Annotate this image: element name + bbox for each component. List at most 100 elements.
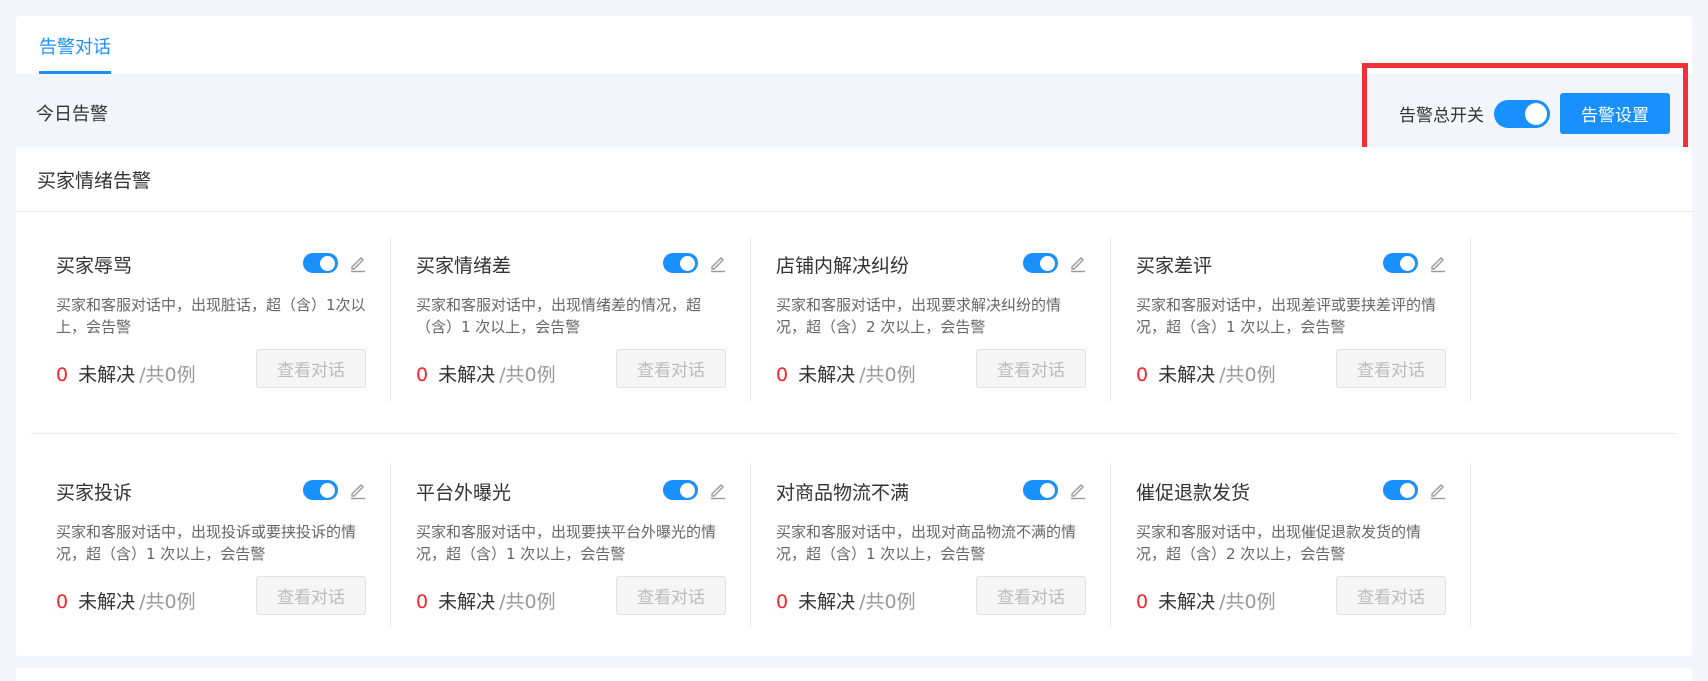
- edit-icon[interactable]: [708, 480, 728, 500]
- alert-card: 买家差评 买家和客服对话中，出现差评或要挟差评的情况，超（含）1 次以上，会告警…: [1111, 236, 1471, 402]
- edit-icon[interactable]: [1068, 253, 1088, 273]
- unresolved-label: 未解决: [1158, 591, 1216, 613]
- total-count: /共0例: [139, 591, 196, 613]
- unresolved-label: 未解决: [798, 591, 856, 613]
- card-actions: [1383, 480, 1448, 500]
- total-count: /共0例: [499, 364, 556, 386]
- total-count: /共0例: [859, 591, 916, 613]
- next-panel-edge: [16, 668, 1692, 681]
- card-toggle[interactable]: [303, 480, 338, 500]
- unresolved-label: 未解决: [438, 591, 496, 613]
- toggle-knob: [320, 255, 335, 271]
- buyer-emotion-panel: 买家情绪告警 买家辱骂 买家和客服对话中，出现脏话，超（含）1次以上，会告警 0…: [16, 147, 1692, 656]
- card-toggle[interactable]: [1023, 253, 1058, 273]
- unresolved-count: 0: [56, 364, 69, 386]
- card-stats: 0 未解决 /共0例: [416, 587, 556, 614]
- unresolved-count: 0: [1136, 591, 1149, 613]
- total-count: /共0例: [499, 591, 556, 613]
- unresolved-count: 0: [416, 364, 429, 386]
- view-conversation-button[interactable]: 查看对话: [1336, 576, 1446, 615]
- toggle-knob: [680, 482, 695, 498]
- toggle-knob: [1400, 255, 1415, 271]
- card-title: 买家辱骂: [56, 255, 133, 277]
- card-description: 买家和客服对话中，出现要求解决纠纷的情况，超（含）2 次以上，会告警: [776, 296, 1062, 336]
- card-toggle[interactable]: [663, 480, 698, 500]
- card-stats: 0 未解决 /共0例: [56, 360, 196, 387]
- edit-icon[interactable]: [348, 253, 368, 273]
- unresolved-count: 0: [1136, 364, 1149, 386]
- card-actions: [303, 253, 368, 273]
- card-actions: [1023, 480, 1088, 500]
- toggle-knob: [1040, 482, 1055, 498]
- view-conversation-button[interactable]: 查看对话: [616, 349, 726, 388]
- card-description: 买家和客服对话中，出现脏话，超（含）1次以上，会告警: [56, 296, 366, 336]
- unresolved-count: 0: [56, 591, 69, 613]
- card-title: 对商品物流不满: [776, 482, 910, 504]
- unresolved-label: 未解决: [78, 591, 136, 613]
- toggle-knob: [320, 482, 335, 498]
- view-conversation-button[interactable]: 查看对话: [256, 349, 366, 388]
- card-stats: 0 未解决 /共0例: [776, 360, 916, 387]
- total-count: /共0例: [139, 364, 196, 386]
- unresolved-count: 0: [416, 591, 429, 613]
- card-toggle[interactable]: [1023, 480, 1058, 500]
- edit-icon[interactable]: [708, 253, 728, 273]
- card-description: 买家和客服对话中，出现对商品物流不满的情况，超（含）1 次以上，会告警: [776, 523, 1077, 563]
- edit-icon[interactable]: [348, 480, 368, 500]
- total-count: /共0例: [1219, 591, 1276, 613]
- view-conversation-button[interactable]: 查看对话: [256, 576, 366, 615]
- unresolved-label: 未解决: [798, 364, 856, 386]
- card-title: 催促退款发货: [1136, 482, 1251, 504]
- edit-icon[interactable]: [1428, 480, 1448, 500]
- card-description: 买家和客服对话中，出现要挟平台外曝光的情况，超（含）1 次以上，会告警: [416, 523, 717, 563]
- card-actions: [663, 480, 728, 500]
- tab-alert-conversations[interactable]: 告警对话: [39, 16, 111, 74]
- card-toggle[interactable]: [1383, 480, 1418, 500]
- alert-card: 买家情绪差 买家和客服对话中，出现情绪差的情况，超（含）1 次以上，会告警 0 …: [391, 236, 751, 402]
- edit-icon[interactable]: [1068, 480, 1088, 500]
- card-stats: 0 未解决 /共0例: [416, 360, 556, 387]
- toggle-knob: [1400, 482, 1415, 498]
- toggle-knob: [680, 255, 695, 271]
- card-actions: [303, 480, 368, 500]
- card-toggle[interactable]: [663, 253, 698, 273]
- total-count: /共0例: [859, 364, 916, 386]
- row-divider: [31, 433, 1677, 434]
- card-stats: 0 未解决 /共0例: [56, 587, 196, 614]
- alert-card: 平台外曝光 买家和客服对话中，出现要挟平台外曝光的情况，超（含）1 次以上，会告…: [391, 463, 751, 629]
- unresolved-label: 未解决: [1158, 364, 1216, 386]
- card-title: 买家投诉: [56, 482, 133, 504]
- card-description: 买家和客服对话中，出现投诉或要挟投诉的情况，超（含）1 次以上，会告警: [56, 523, 357, 563]
- alert-card: 对商品物流不满 买家和客服对话中，出现对商品物流不满的情况，超（含）1 次以上，…: [751, 463, 1111, 629]
- card-actions: [1383, 253, 1448, 273]
- view-conversation-button[interactable]: 查看对话: [976, 576, 1086, 615]
- card-description: 买家和客服对话中，出现催促退款发货的情况，超（含）2 次以上，会告警: [1136, 523, 1422, 563]
- alert-card: 买家辱骂 买家和客服对话中，出现脏话，超（含）1次以上，会告警 0 未解决 /共…: [31, 236, 391, 402]
- unresolved-count: 0: [776, 591, 789, 613]
- today-alerts-label: 今日告警: [36, 104, 108, 125]
- card-stats: 0 未解决 /共0例: [1136, 587, 1276, 614]
- section-title: 买家情绪告警: [16, 147, 1692, 212]
- card-description: 买家和客服对话中，出现差评或要挟差评的情况，超（含）1 次以上，会告警: [1136, 296, 1437, 336]
- card-description: 买家和客服对话中，出现情绪差的情况，超（含）1 次以上，会告警: [416, 296, 702, 336]
- card-title: 平台外曝光: [416, 482, 512, 504]
- card-toggle[interactable]: [303, 253, 338, 273]
- edit-icon[interactable]: [1428, 253, 1448, 273]
- card-title: 店铺内解决纠纷: [776, 255, 910, 277]
- card-stats: 0 未解决 /共0例: [776, 587, 916, 614]
- card-actions: [1023, 253, 1088, 273]
- unresolved-label: 未解决: [438, 364, 496, 386]
- total-count: /共0例: [1219, 364, 1276, 386]
- alert-card: 店铺内解决纠纷 买家和客服对话中，出现要求解决纠纷的情况，超（含）2 次以上，会…: [751, 236, 1111, 402]
- card-title: 买家情绪差: [416, 255, 512, 277]
- card-toggle[interactable]: [1383, 253, 1418, 273]
- card-actions: [663, 253, 728, 273]
- card-stats: 0 未解决 /共0例: [1136, 360, 1276, 387]
- highlight-box: [1362, 63, 1688, 160]
- alert-card: 买家投诉 买家和客服对话中，出现投诉或要挟投诉的情况，超（含）1 次以上，会告警…: [31, 463, 391, 629]
- unresolved-count: 0: [776, 364, 789, 386]
- card-row: 买家辱骂 买家和客服对话中，出现脏话，超（含）1次以上，会告警 0 未解决 /共…: [31, 236, 1471, 402]
- view-conversation-button[interactable]: 查看对话: [976, 349, 1086, 388]
- view-conversation-button[interactable]: 查看对话: [1336, 349, 1446, 388]
- view-conversation-button[interactable]: 查看对话: [616, 576, 726, 615]
